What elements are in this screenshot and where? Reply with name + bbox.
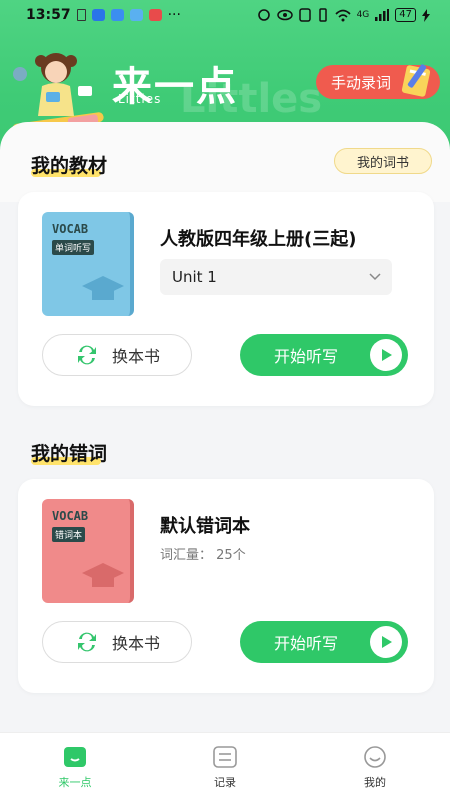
nav-home[interactable]: 来一点 [0,733,150,800]
book-cover-tag: 错词本 [52,527,86,542]
graduation-cap-icon [82,563,124,587]
unit-select[interactable]: Unit 1 [160,259,392,295]
textbook-title: 人教版四年级上册(三起) [160,229,357,250]
mistakes-section-title: 我的错词 [31,443,108,465]
swap-book-label: 换本书 [111,634,160,653]
charging-icon [422,8,430,22]
nav-records[interactable]: 记录 [150,733,300,800]
app-icon [129,9,143,21]
nav-home-label: 来一点 [58,776,92,789]
book-cover-tag: 单词听写 [52,240,95,255]
manual-entry-button[interactable]: 手动录词 [316,64,440,99]
network-type: 4G [356,10,370,20]
data-saver-icon [257,9,270,21]
smile-icon [364,746,386,768]
mistakes-card: VOCAB 错词本 默认错词本 词汇量： 25个 换本书 开始听写 [18,479,434,693]
bottom-nav: 来一点 记录 我的 [0,732,450,800]
swap-book-label: 换本书 [111,347,160,366]
swap-icon [77,345,96,365]
status-time: 13:57 [26,7,71,23]
manual-entry-label: 手动录词 [331,73,392,92]
status-bar: 13:57 ··· 4G 47 [0,0,450,30]
book-cover-title: VOCAB [52,222,89,236]
eye-icon [276,9,293,21]
book-cover-title: VOCAB [52,509,89,523]
word-count-value: 25个 [216,548,246,563]
more-icon: ··· [167,7,181,23]
vibrate-icon [318,8,327,22]
shield-icon [91,9,105,21]
graduation-cap-icon [82,276,124,300]
swap-icon [77,632,96,652]
play-icon [370,626,402,658]
nav-records-label: 记录 [214,776,236,789]
logo-watermark: Littles [180,76,323,122]
mistakes-cover: VOCAB 错词本 [42,499,134,603]
notebook-pencil-icon [401,64,431,97]
start-dictation-label: 开始听写 [274,634,339,653]
start-dictation-button[interactable]: 开始听写 [240,334,408,376]
start-dictation-button[interactable]: 开始听写 [240,621,408,663]
nfc-icon [298,8,311,22]
textbook-card: VOCAB 单词听写 人教版四年级上册(三起) Unit 1 换本书 开始听写 [18,192,434,406]
battery-indicator: 47 [395,8,416,22]
cloud-icon [110,9,124,21]
app-logo-subtitle: Littles [118,92,162,106]
play-icon [370,339,402,371]
unit-select-value: Unit 1 [172,268,217,286]
swap-book-button[interactable]: 换本书 [42,334,192,376]
signal-icon [375,9,390,21]
my-wordbook-button[interactable]: 我的词书 [334,148,432,174]
textbook-cover: VOCAB 单词听写 [42,212,134,316]
chevron-down-icon [369,273,381,281]
textbook-section-title: 我的教材 [31,155,108,177]
book-icon [64,747,86,767]
word-count-label: 词汇量： [160,548,213,563]
wifi-icon [334,9,351,21]
nav-profile[interactable]: 我的 [300,733,450,800]
notification-icon [148,9,162,21]
word-count: 词汇量： 25个 [160,544,246,563]
mistakes-book-title: 默认错词本 [160,516,250,537]
list-icon [213,746,237,768]
nav-profile-label: 我的 [364,776,386,789]
start-dictation-label: 开始听写 [274,347,339,366]
hourglass-icon [76,9,86,21]
swap-book-button[interactable]: 换本书 [42,621,192,663]
